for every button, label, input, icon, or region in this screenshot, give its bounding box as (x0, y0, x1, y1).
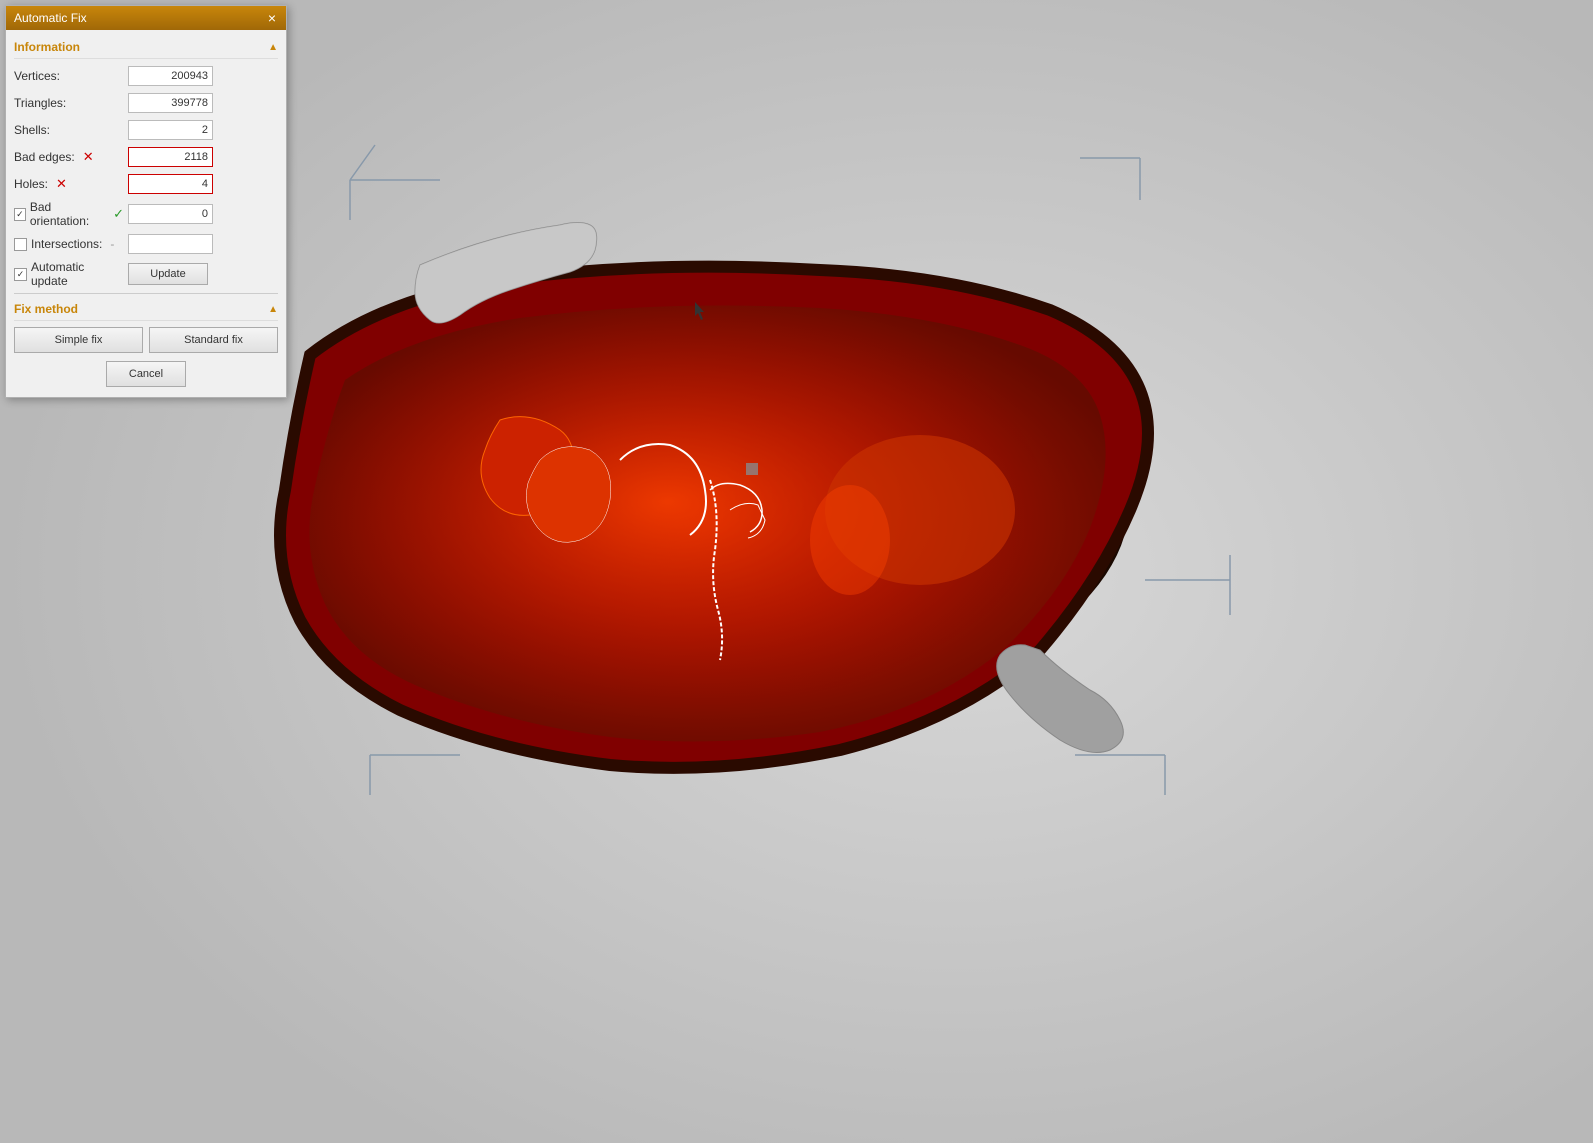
holes-error-icon: ✕ (56, 176, 67, 192)
separator (14, 293, 278, 294)
bad-orientation-value (128, 204, 278, 224)
dialog-body: Information ▲ Vertices: Triangles: Shell… (6, 30, 286, 397)
intersections-row: Intersections: - (14, 233, 278, 255)
information-section-header[interactable]: Information ▲ (14, 36, 278, 59)
triangles-input[interactable] (128, 93, 213, 113)
shells-row: Shells: (14, 119, 278, 141)
fix-method-chevron: ▲ (268, 304, 278, 315)
bad-orientation-checkbox[interactable]: ✓ (14, 208, 26, 221)
triangles-label: Triangles: (14, 96, 124, 110)
holes-value (128, 174, 278, 194)
shells-label: Shells: (14, 123, 124, 137)
automatic-update-row: ✓ Automatic update Update (14, 260, 278, 288)
bad-edges-row: Bad edges: ✕ (14, 146, 278, 168)
automatic-update-label: ✓ Automatic update (14, 260, 124, 288)
fix-method-label: Fix method (14, 302, 78, 316)
intersections-checkbox[interactable] (14, 238, 27, 251)
intersections-value (128, 234, 278, 254)
update-button[interactable]: Update (128, 263, 208, 285)
vertices-row: Vertices: (14, 65, 278, 87)
holes-row: Holes: ✕ (14, 173, 278, 195)
intersections-label: Intersections: - (14, 237, 124, 251)
information-chevron: ▲ (268, 42, 278, 53)
automatic-update-checkbox[interactable]: ✓ (14, 268, 27, 281)
triangles-value (128, 93, 278, 113)
automatic-fix-dialog: Automatic Fix × Information ▲ Vertices: … (5, 5, 287, 398)
close-button[interactable]: × (266, 11, 278, 25)
bad-orientation-ok-icon: ✓ (113, 206, 124, 222)
bad-orientation-label: ✓ Bad orientation: ✓ (14, 200, 124, 228)
update-btn-container: Update (128, 263, 278, 285)
shells-value (128, 120, 278, 140)
intersections-input[interactable] (128, 234, 213, 254)
triangles-row: Triangles: (14, 92, 278, 114)
bad-edges-input[interactable] (128, 147, 213, 167)
information-label: Information (14, 40, 80, 54)
cancel-button[interactable]: Cancel (106, 361, 186, 387)
bad-edges-value (128, 147, 278, 167)
dialog-title: Automatic Fix (14, 11, 87, 25)
vertices-input[interactable] (128, 66, 213, 86)
dialog-titlebar[interactable]: Automatic Fix × (6, 6, 286, 30)
simple-fix-button[interactable]: Simple fix (14, 327, 143, 353)
bad-orientation-input[interactable] (128, 204, 213, 224)
bad-edges-label: Bad edges: ✕ (14, 149, 124, 165)
vertices-label: Vertices: (14, 69, 124, 83)
fix-method-buttons: Simple fix Standard fix (14, 327, 278, 353)
bad-edges-error-icon: ✕ (83, 149, 94, 165)
vertices-value (128, 66, 278, 86)
holes-input[interactable] (128, 174, 213, 194)
shells-input[interactable] (128, 120, 213, 140)
intersections-dash: - (110, 237, 114, 251)
bad-orientation-row: ✓ Bad orientation: ✓ (14, 200, 278, 228)
holes-label: Holes: ✕ (14, 176, 124, 192)
standard-fix-button[interactable]: Standard fix (149, 327, 278, 353)
fix-method-header[interactable]: Fix method ▲ (14, 298, 278, 321)
fix-method-section: Fix method ▲ Simple fix Standard fix (14, 298, 278, 353)
